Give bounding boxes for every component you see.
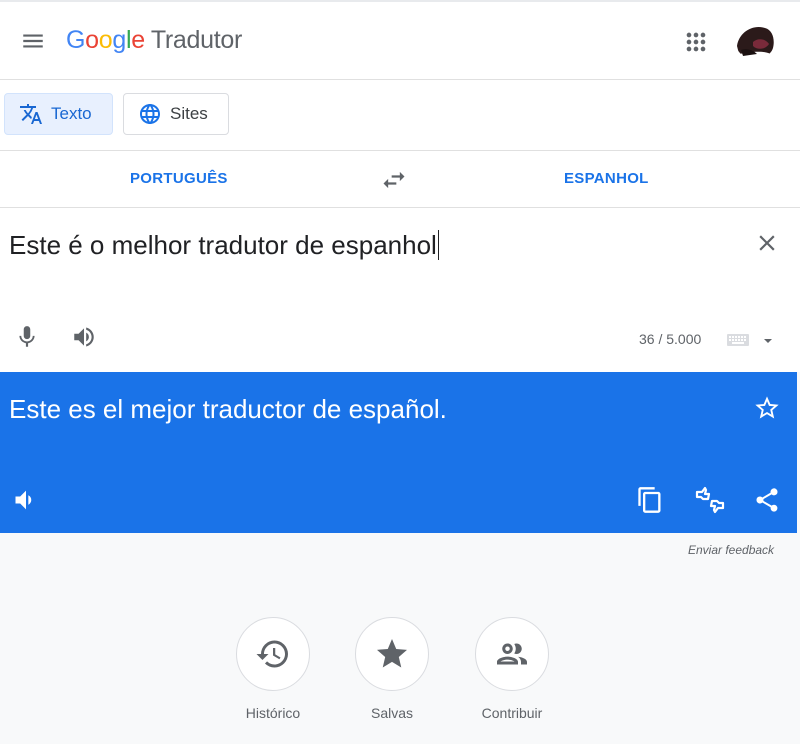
contribute-button[interactable] (475, 617, 549, 691)
source-text-input[interactable]: Este é o melhor tradutor de espanhol (9, 230, 439, 261)
rate-translation-button[interactable] (694, 486, 726, 514)
swap-arrows-icon (383, 171, 405, 189)
thumbs-feedback-icon (695, 486, 725, 514)
sites-mode-button[interactable]: Sites (123, 93, 229, 135)
target-language-button[interactable]: ESPANHOL (564, 170, 649, 187)
source-panel: Este é o melhor tradutor de espanhol 36 … (0, 208, 800, 372)
listen-source-button[interactable] (71, 324, 97, 350)
saved-button[interactable] (355, 617, 429, 691)
logo-letter: o (85, 26, 99, 54)
apps-grid-icon (686, 32, 706, 52)
logo-letter: G (66, 26, 86, 54)
listen-translation-button[interactable] (12, 486, 40, 514)
text-caret (437, 230, 439, 260)
saved-label: Salvas (370, 705, 414, 721)
text-mode-button[interactable]: Texto (4, 93, 113, 135)
text-mode-label: Texto (51, 104, 92, 123)
translation-panel: Este es el mejor traductor de español. (0, 372, 797, 533)
menu-icon (23, 34, 43, 48)
copy-translation-button[interactable] (636, 486, 664, 514)
volume-icon (15, 490, 32, 510)
translate-icon (20, 104, 42, 124)
clear-source-button[interactable] (754, 230, 780, 256)
keyboard-dropdown-button[interactable] (763, 333, 773, 343)
sites-mode-label: Sites (170, 104, 208, 123)
close-icon (759, 235, 775, 251)
volume-icon (74, 327, 94, 347)
mic-icon (19, 326, 35, 347)
globe-icon (140, 104, 160, 124)
app-logo[interactable]: Google Tradutor (66, 26, 242, 55)
keyboard-icon (727, 334, 749, 346)
app-header: Google Tradutor (0, 2, 800, 80)
mode-bar: Texto Sites (0, 80, 800, 150)
character-count: 36 / 5.000 (639, 331, 702, 347)
voice-input-button[interactable] (14, 324, 40, 350)
menu-button[interactable] (20, 28, 46, 54)
swap-languages-button[interactable] (380, 166, 408, 194)
translation-text: Este es el mejor traductor de español. (9, 394, 447, 424)
people-icon (497, 643, 527, 665)
send-feedback-link[interactable]: Enviar feedback (688, 543, 774, 557)
history-button[interactable] (236, 617, 310, 691)
contribute-label: Contribuir (481, 705, 543, 721)
apps-button[interactable] (682, 28, 710, 56)
avatar[interactable] (735, 20, 775, 60)
star-filled-icon (377, 639, 407, 668)
history-icon (256, 640, 288, 668)
star-outline-icon (755, 396, 779, 419)
history-label: Histórico (245, 705, 301, 721)
logo-letter: e (131, 26, 145, 54)
source-language-button[interactable]: PORTUGUÊS (130, 170, 228, 187)
copy-icon (638, 487, 661, 513)
logo-letter: o (98, 26, 113, 54)
product-name: Tradutor (150, 26, 243, 54)
caret-down-icon (764, 339, 772, 343)
share-icon (756, 488, 778, 512)
share-translation-button[interactable] (753, 486, 781, 514)
keyboard-button[interactable] (726, 332, 750, 348)
save-translation-button[interactable] (753, 394, 781, 422)
source-text: Este é o melhor tradutor de espanhol (9, 230, 437, 260)
logo-letter: g (112, 26, 126, 54)
avatar-image (735, 20, 775, 60)
language-bar: PORTUGUÊS ESPANHOL (0, 150, 800, 208)
